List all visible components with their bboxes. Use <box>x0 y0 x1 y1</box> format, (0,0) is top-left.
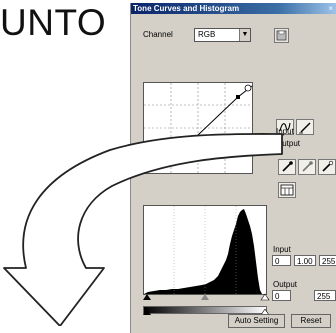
curve-grid <box>144 83 252 173</box>
tone-curve-graph[interactable] <box>143 82 253 174</box>
input-black-field[interactable]: 0 <box>272 255 291 266</box>
curve-point[interactable] <box>236 95 240 99</box>
curve-endpoint[interactable] <box>244 84 252 92</box>
output-label: Output <box>276 139 301 148</box>
channel-label: Channel <box>143 30 173 39</box>
eyedropper-icon <box>322 160 334 172</box>
input-black-slider[interactable] <box>143 294 151 300</box>
save-curve-button[interactable] <box>274 28 289 43</box>
white-point-eyedropper[interactable] <box>318 159 336 175</box>
gray-point-eyedropper[interactable] <box>298 159 316 175</box>
page-heading-fragment: UNTO <box>0 2 107 43</box>
tone-curve-svg[interactable] <box>143 83 253 174</box>
histogram-output-label: Output <box>273 280 298 289</box>
input-level-sliders[interactable] <box>139 292 271 306</box>
curve-point[interactable] <box>176 152 180 156</box>
histogram-area <box>144 209 262 294</box>
preset-button[interactable] <box>278 182 296 198</box>
close-icon[interactable]: × <box>328 3 333 14</box>
grid-preset-icon <box>280 184 294 196</box>
floppy-disk-icon <box>276 30 287 41</box>
input-gamma-field[interactable]: 1.00 <box>294 255 316 266</box>
input-white-slider[interactable] <box>260 293 270 301</box>
histogram-graph <box>143 205 267 295</box>
histogram-input-label: Input <box>273 245 291 254</box>
histogram-svg <box>144 206 262 294</box>
pencil-icon <box>299 122 311 134</box>
eyedropper-icon <box>282 161 293 172</box>
input-label: Input <box>276 127 294 136</box>
input-gray-slider[interactable] <box>201 294 209 300</box>
pencil-curve-button[interactable] <box>296 119 314 135</box>
output-black-field[interactable]: 0 <box>272 290 291 301</box>
tone-curves-window: Tone Curves and Histogram × Channel RGB … <box>130 3 336 333</box>
output-black-slider[interactable] <box>143 309 151 315</box>
eyedropper-icon <box>302 161 313 172</box>
output-white-field[interactable]: 255 <box>314 290 336 301</box>
chevron-down-icon[interactable]: ▼ <box>239 29 250 41</box>
channel-select-value: RGB <box>198 30 216 39</box>
window-title: Tone Curves and Histogram <box>133 4 240 13</box>
black-point-eyedropper[interactable] <box>278 159 296 175</box>
channel-select[interactable]: RGB ▼ <box>194 28 251 42</box>
window-titlebar[interactable]: Tone Curves and Histogram × <box>131 3 336 14</box>
input-white-field[interactable]: 255 <box>319 255 336 266</box>
